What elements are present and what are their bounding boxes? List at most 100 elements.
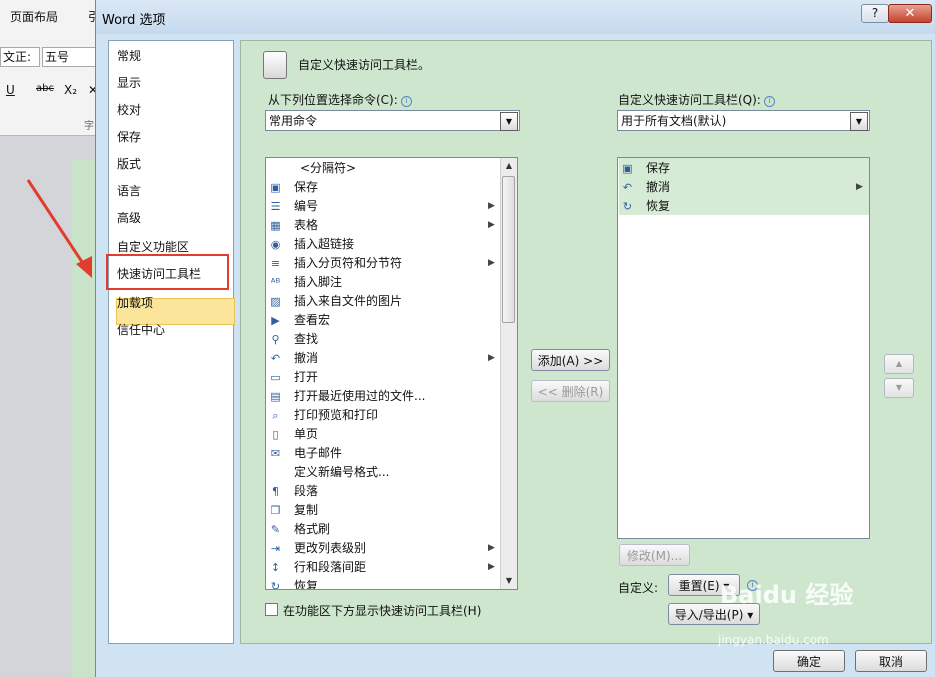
- chevron-down-icon[interactable]: ▼: [500, 112, 518, 131]
- list-item[interactable]: ▣ 保存: [266, 178, 500, 197]
- list-item[interactable]: ◉ 插入超链接: [266, 235, 500, 254]
- scroll-thumb[interactable]: [502, 176, 515, 323]
- choose-commands-label: 从下列位置选择命令(C): i: [268, 91, 412, 108]
- scroll-down-icon[interactable]: ▼: [501, 573, 517, 589]
- nav-item-customize-ribbon[interactable]: 自定义功能区: [117, 238, 189, 255]
- list-item-label: 插入分页符和分节符: [294, 256, 403, 270]
- open-icon: ▭: [270, 371, 281, 384]
- list-item[interactable]: ▶ 查看宏: [266, 311, 500, 330]
- list-item-label: <分隔符>: [300, 161, 357, 175]
- list-item-label: 查看宏: [294, 313, 331, 327]
- table-icon: ▦: [270, 219, 281, 232]
- save-icon: ▣: [622, 162, 633, 175]
- redo-icon: ↻: [622, 200, 633, 213]
- nav-item-add-ins[interactable]: 加载项: [117, 294, 153, 311]
- list-item-label: 单页: [294, 427, 319, 441]
- choose-commands-combo[interactable]: 常用命令 ▼: [265, 110, 520, 131]
- help-button[interactable]: ?: [861, 4, 889, 23]
- list-item[interactable]: ▤ 打开最近使用过的文件...: [266, 387, 500, 406]
- list-item[interactable]: ▭ 打开: [266, 368, 500, 387]
- list-item[interactable]: ⚲ 查找: [266, 330, 500, 349]
- move-up-button[interactable]: ▲: [884, 354, 914, 374]
- list-item-label: 表格: [294, 218, 319, 232]
- commands-list[interactable]: ▲ ▼ <分隔符> ▣ 保存 ☰ 编号 ▶ ▦ 表格 ▶ ◉ 插入超链接 ≡ 插入分页符和分节符 ▶ ᴬᴮ 插…: [265, 157, 518, 590]
- nav-item-general[interactable]: 常规: [117, 47, 141, 64]
- nav-item-save[interactable]: 保存: [117, 128, 141, 145]
- chevron-right-icon: ▶: [488, 543, 495, 553]
- nav-item-display[interactable]: 显示: [117, 74, 141, 91]
- list-item[interactable]: ↻ 恢复: [618, 197, 869, 216]
- nav-item-advanced[interactable]: 高级: [117, 209, 141, 226]
- list-item[interactable]: ▦ 表格 ▶: [266, 216, 500, 235]
- list-item[interactable]: ↻ 恢复: [266, 577, 500, 589]
- list-item-label: 打印预览和打印: [294, 408, 379, 422]
- list-item-label: 打开: [294, 370, 319, 384]
- list-item-label: 查找: [294, 332, 319, 346]
- list-item[interactable]: ↶ 撤消 ▶: [266, 349, 500, 368]
- ok-button[interactable]: 确定: [773, 650, 845, 672]
- watermark-url: jingyan.baidu.com: [718, 633, 829, 647]
- list-item[interactable]: ↶ 撤消 ▶: [618, 178, 869, 197]
- nav-item-proofing[interactable]: 校对: [117, 101, 141, 118]
- list-item-label: 打开最近使用过的文件...: [294, 389, 426, 403]
- list-item[interactable]: ▨ 插入来自文件的图片: [266, 292, 500, 311]
- dialog-titlebar[interactable]: Word 选项 ? ✕: [96, 0, 935, 34]
- list-item[interactable]: ≡ 插入分页符和分节符 ▶: [266, 254, 500, 273]
- remove-button[interactable]: << 删除(R): [531, 380, 610, 402]
- list-item-label: 定义新编号格式...: [294, 465, 390, 479]
- email-icon: ✉: [270, 447, 281, 460]
- add-button[interactable]: 添加(A) >>: [531, 349, 610, 371]
- list-item[interactable]: ✎ 格式刷: [266, 520, 500, 539]
- list-item[interactable]: 定义新编号格式...: [266, 463, 500, 482]
- save-icon: ▣: [270, 181, 281, 194]
- list-item[interactable]: ⇥ 更改列表级别 ▶: [266, 539, 500, 558]
- list-item-label: 编号: [294, 199, 319, 213]
- numbering-icon: ☰: [270, 200, 281, 213]
- custom-label: 自定义:: [618, 581, 659, 595]
- list-item[interactable]: ⌕ 打印预览和打印: [266, 406, 500, 425]
- customize-qat-combo[interactable]: 用于所有文档(默认) ▼: [617, 110, 870, 131]
- picture-icon: ▨: [270, 295, 281, 308]
- show-below-label: 在功能区下方显示快速访问工具栏(H): [283, 604, 482, 618]
- single-page-icon: ▯: [272, 428, 279, 441]
- line-spacing-icon: ↕: [270, 561, 281, 574]
- list-item[interactable]: ¶ 段落: [266, 482, 500, 501]
- print-preview-icon: ⌕: [272, 409, 279, 422]
- list-item[interactable]: ▣ 保存: [618, 159, 869, 178]
- chevron-down-icon[interactable]: ▼: [850, 112, 868, 131]
- hyperlink-icon: ◉: [270, 238, 281, 251]
- copy-icon: ❐: [270, 504, 281, 517]
- close-button[interactable]: ✕: [888, 4, 932, 23]
- modify-button[interactable]: 修改(M)...: [619, 544, 690, 566]
- list-item[interactable]: ❐ 复制: [266, 501, 500, 520]
- list-item-label: 撤消: [646, 180, 671, 194]
- info-icon: i: [763, 96, 775, 107]
- paragraph-icon: ¶: [272, 485, 279, 498]
- move-down-button[interactable]: ▼: [884, 378, 914, 398]
- dialog-title: Word 选项: [102, 13, 166, 28]
- watermark-logo: Baidu 经验: [720, 581, 854, 609]
- show-below-checkbox[interactable]: [265, 603, 278, 616]
- list-item[interactable]: ᴬᴮ 插入脚注: [266, 273, 500, 292]
- list-item[interactable]: ↕ 行和段落间距 ▶: [266, 558, 500, 577]
- customize-qat-label: 自定义快速访问工具栏(Q): i: [618, 91, 775, 108]
- nav-item-trust-center[interactable]: 信任中心: [117, 321, 165, 338]
- list-item[interactable]: ✉ 电子邮件: [266, 444, 500, 463]
- nav-item-layout[interactable]: 版式: [117, 155, 141, 172]
- macro-icon: ▶: [271, 314, 280, 327]
- scroll-up-icon[interactable]: ▲: [501, 158, 517, 174]
- list-item-label: 保存: [294, 180, 319, 194]
- toolbar-list[interactable]: ▣ 保存 ↶ 撤消 ▶ ↻ 恢复: [617, 157, 870, 539]
- list-item[interactable]: ☰ 编号 ▶: [266, 197, 500, 216]
- cancel-button[interactable]: 取消: [855, 650, 927, 672]
- nav-item-language[interactable]: 语言: [117, 182, 141, 199]
- chevron-right-icon: ▶: [488, 258, 495, 268]
- list-item[interactable]: <分隔符>: [266, 159, 500, 178]
- commands-scrollbar[interactable]: ▲ ▼: [500, 158, 517, 589]
- list-item[interactable]: ▯ 单页: [266, 425, 500, 444]
- format-painter-icon: ✎: [270, 523, 281, 536]
- undo-icon: ↶: [622, 181, 633, 194]
- list-item-label: 插入来自文件的图片: [294, 294, 403, 308]
- info-icon: i: [400, 96, 412, 107]
- list-item-label: 恢复: [646, 199, 671, 213]
